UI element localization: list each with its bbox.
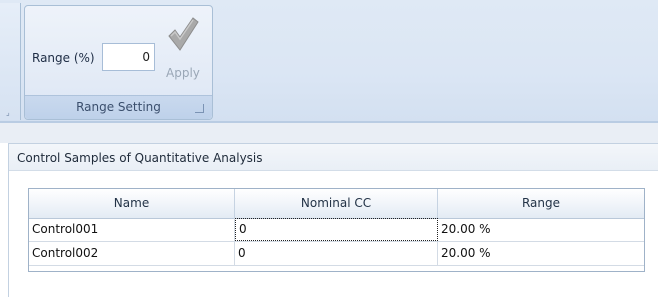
panel-title: Control Samples of Quantitative Analysis <box>17 151 263 165</box>
column-header-name[interactable]: Name <box>29 189 235 218</box>
ribbon-previous-group: ⌟ <box>0 3 21 120</box>
cell-range[interactable]: 20.00 % <box>438 218 644 241</box>
table-header: Name Nominal CC Range <box>29 189 644 219</box>
range-input[interactable]: 0 <box>102 43 155 71</box>
content-gap <box>0 123 658 143</box>
table-row[interactable]: Control001 0 20.00 % <box>29 218 644 242</box>
control-samples-table[interactable]: Name Nominal CC Range Control001 0 20.00… <box>28 188 645 272</box>
panel-header: Control Samples of Quantitative Analysis <box>9 144 658 171</box>
group-title: Range Setting <box>76 100 161 114</box>
column-header-range[interactable]: Range <box>438 189 644 218</box>
cell-name[interactable]: Control001 <box>29 218 235 241</box>
cell-name[interactable]: Control002 <box>29 242 235 265</box>
checkmark-icon <box>168 17 199 51</box>
group-footer: Range Setting <box>25 95 212 119</box>
table-row[interactable]: Control002 0 20.00 % <box>29 242 644 266</box>
dialog-launcher-icon[interactable] <box>195 104 204 113</box>
dialog-launcher-icon[interactable]: ⌟ <box>6 109 14 117</box>
cell-nominal-cc[interactable]: 0 <box>235 242 438 265</box>
ribbon: ⌟ Range (%) 0 Apply Range Setting <box>0 0 658 121</box>
range-setting-group: Range (%) 0 Apply Range Setting <box>24 5 213 120</box>
cell-range[interactable]: 20.00 % <box>438 242 644 265</box>
apply-button[interactable]: Apply <box>161 16 205 86</box>
range-label: Range (%) <box>32 51 95 65</box>
apply-label: Apply <box>166 66 200 80</box>
column-header-nominal-cc[interactable]: Nominal CC <box>235 189 438 218</box>
cell-nominal-cc[interactable]: 0 <box>235 218 438 241</box>
